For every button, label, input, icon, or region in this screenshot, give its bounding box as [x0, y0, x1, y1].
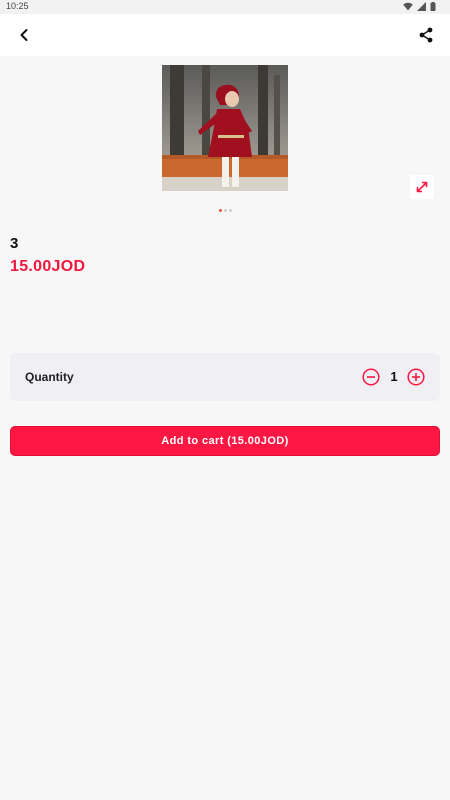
expand-arrows-icon[interactable] — [410, 175, 434, 199]
quantity-stepper: Quantity 1 — [10, 353, 440, 401]
chevron-left-icon[interactable] — [14, 25, 34, 45]
signal-icon — [417, 2, 426, 11]
gallery-pagination — [219, 209, 232, 212]
wifi-icon — [403, 2, 413, 11]
quantity-value: 1 — [390, 369, 398, 384]
share-icon[interactable] — [416, 25, 436, 45]
product-gallery[interactable] — [0, 56, 450, 216]
product-name: 3 — [10, 235, 19, 252]
product-price: 15.00JOD — [10, 258, 86, 275]
pagination-dot[interactable] — [224, 209, 227, 212]
pagination-dot[interactable] — [229, 209, 232, 212]
status-bar: 10:25 — [0, 0, 450, 14]
quantity-label: Quantity — [25, 370, 74, 384]
app-bar — [0, 14, 450, 56]
minus-circle-icon[interactable] — [362, 368, 380, 386]
product-image[interactable] — [162, 65, 288, 191]
status-time: 10:25 — [6, 1, 29, 11]
battery-icon — [430, 2, 436, 11]
pagination-dot[interactable] — [219, 209, 222, 212]
add-to-cart-button[interactable]: Add to cart (15.00JOD) — [10, 426, 440, 456]
plus-circle-icon[interactable] — [407, 368, 425, 386]
status-icons — [403, 2, 436, 11]
